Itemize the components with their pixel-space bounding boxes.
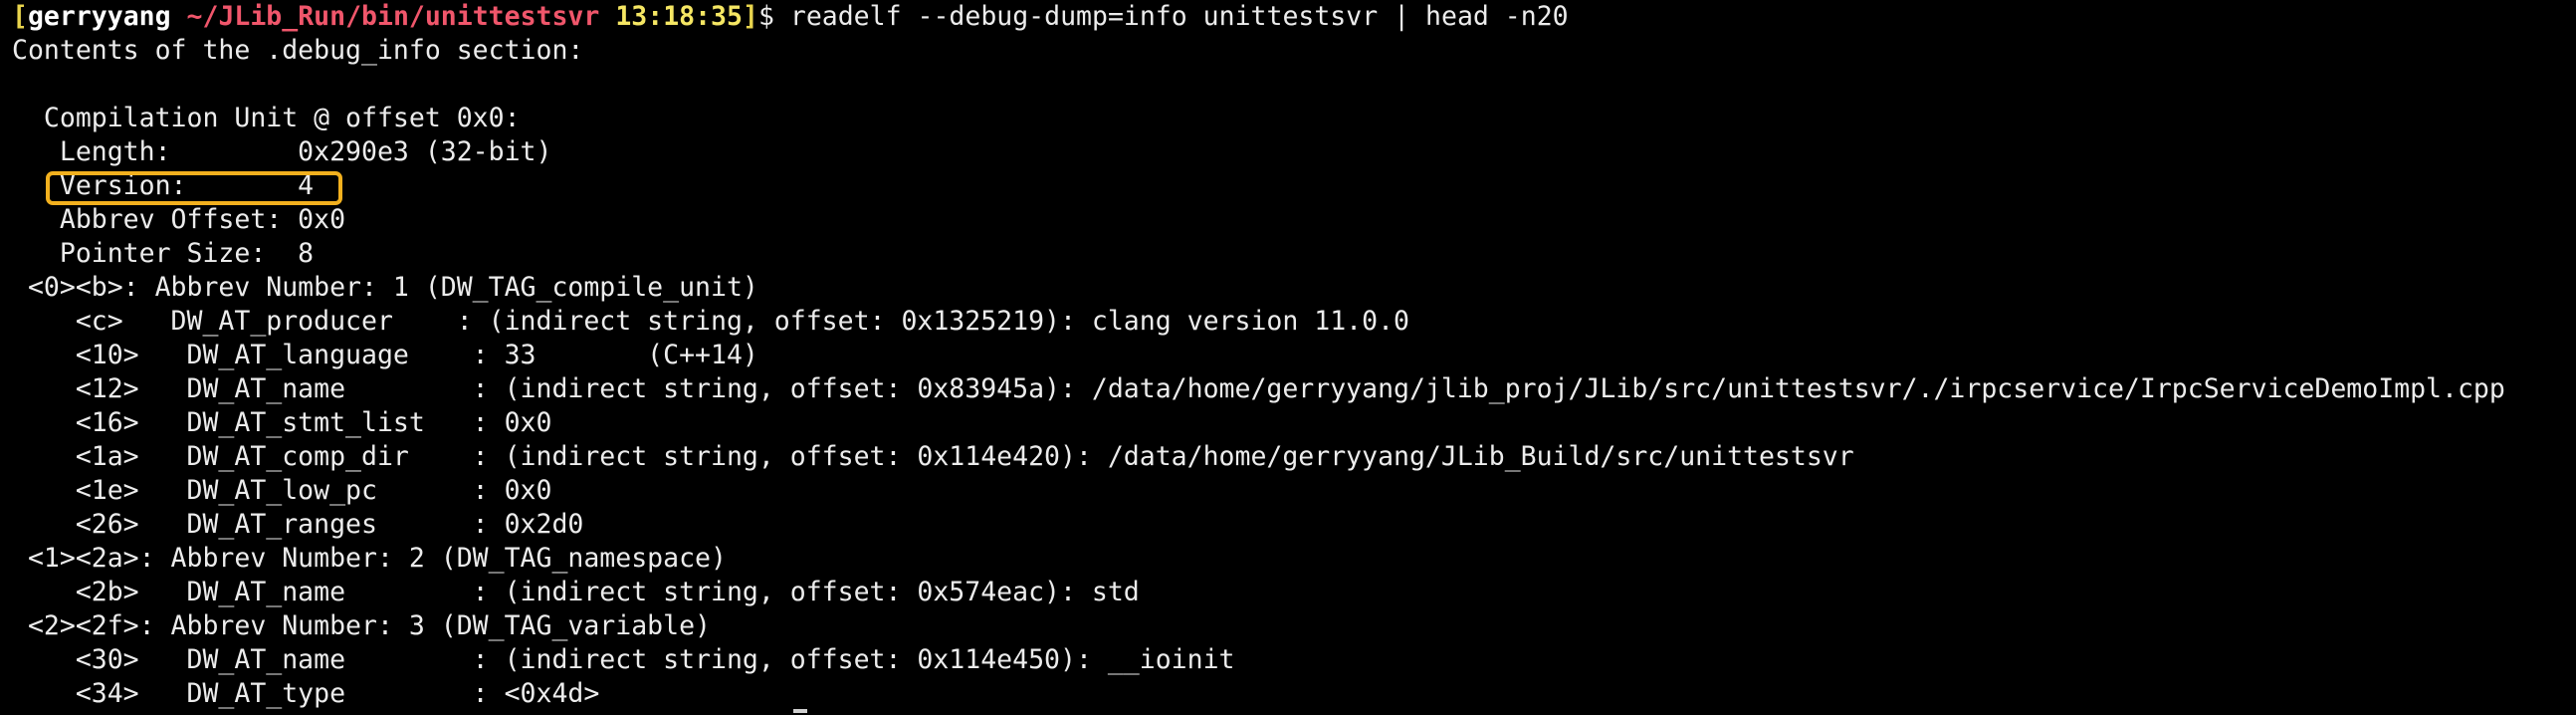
output-line: <1a> DW_AT_comp_dir : (indirect string, … [12,441,1854,472]
output-line: Contents of the .debug_info section: [12,35,584,66]
output-line: <2><2f>: Abbrev Number: 3 (DW_TAG_variab… [12,610,711,641]
output-line: <1><2a>: Abbrev Number: 2 (DW_TAG_namesp… [12,543,727,574]
output-line: <10> DW_AT_language : 33 (C++14) [12,340,758,370]
command-text: readelf --debug-dump=info unittestsvr | … [773,1,1569,32]
output-line: <16> DW_AT_stmt_list : 0x0 [12,407,552,438]
output-line-version: Version: 4 [12,170,315,201]
output-line: <30> DW_AT_name : (indirect string, offs… [12,644,1235,675]
output-line: <26> DW_AT_ranges : 0x2d0 [12,509,584,540]
prompt-open-bracket: [ [12,1,28,32]
output-line: Length: 0x290e3 (32-bit) [12,136,552,167]
prompt-dollar: $ [757,1,774,32]
prompt-close-bracket: ] [742,1,758,32]
prompt-user: gerryyang [27,1,171,32]
output-line: Abbrev Offset: 0x0 [12,204,346,235]
output-line: Compilation Unit @ offset 0x0: [12,103,521,133]
output-line: <c> DW_AT_producer : (indirect string, o… [12,306,1409,337]
text-cursor [793,709,807,713]
prompt-path: ~/JLib_Run/bin/unittestsvr [186,1,600,32]
output-line: <0><b>: Abbrev Number: 1 (DW_TAG_compile… [12,272,758,303]
output-line: <12> DW_AT_name : (indirect string, offs… [12,373,2505,404]
output-line: <2b> DW_AT_name : (indirect string, offs… [12,577,1140,607]
prompt-line: [gerryyang ~/JLib_Run/bin/unittestsvr 13… [12,0,2576,34]
terminal-window[interactable]: [gerryyang ~/JLib_Run/bin/unittestsvr 13… [0,0,2576,715]
output-line: <1e> DW_AT_low_pc : 0x0 [12,475,552,506]
prompt-time: 13:18:35 [615,1,743,32]
output-line: <34> DW_AT_type : <0x4d> [12,678,600,709]
version-highlight-box [46,171,342,205]
output-line: Pointer Size: 8 [12,238,315,269]
